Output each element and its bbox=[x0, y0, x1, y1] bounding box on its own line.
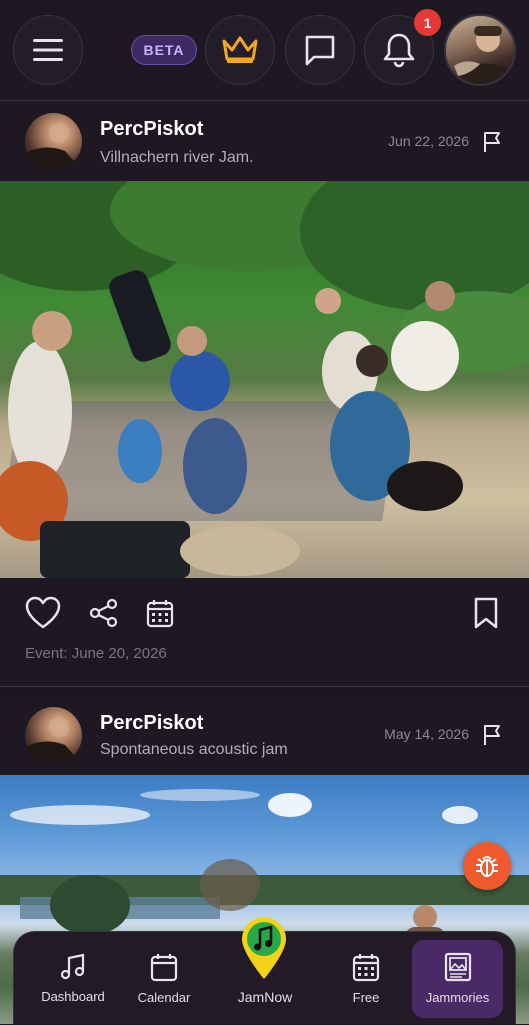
post-title: Villnachern river Jam. bbox=[100, 149, 254, 166]
post-header: PercPiskot Spontaneous acoustic jam May … bbox=[0, 695, 529, 775]
beta-badge: BETA bbox=[131, 35, 197, 65]
author-avatar[interactable] bbox=[25, 113, 82, 170]
avatar-photo bbox=[25, 717, 82, 764]
top-bar: BETA 1 bbox=[0, 0, 529, 100]
crown-icon bbox=[222, 36, 258, 63]
share-icon[interactable] bbox=[89, 598, 119, 628]
notification-count-badge: 1 bbox=[414, 9, 441, 36]
nav-label: Calendar bbox=[137, 990, 191, 1005]
calendar-icon[interactable] bbox=[146, 598, 174, 628]
author-name[interactable]: PercPiskot bbox=[100, 712, 203, 735]
bell-icon bbox=[383, 33, 415, 68]
calendar-icon bbox=[150, 954, 178, 982]
nav-label: Jammories bbox=[425, 990, 490, 1005]
author-name[interactable]: PercPiskot bbox=[100, 118, 203, 141]
flag-icon[interactable] bbox=[481, 131, 503, 153]
nav-jammories[interactable]: Jammories bbox=[412, 932, 503, 1025]
divider bbox=[0, 686, 529, 687]
author-avatar[interactable] bbox=[25, 707, 82, 764]
bookmark-icon[interactable] bbox=[473, 596, 499, 630]
heart-icon[interactable] bbox=[25, 596, 61, 630]
event-date: Event: June 20, 2026 bbox=[25, 645, 167, 662]
chat-icon bbox=[305, 35, 335, 66]
nav-free[interactable]: Free bbox=[332, 932, 400, 1025]
flag-icon[interactable] bbox=[481, 724, 503, 746]
jam-photo-illustration bbox=[0, 181, 529, 578]
user-avatar[interactable] bbox=[444, 14, 516, 86]
nav-calendar[interactable]: Calendar bbox=[126, 932, 202, 1025]
nav-label: Free bbox=[352, 990, 380, 1005]
music-note-icon bbox=[60, 953, 85, 980]
report-bug-button[interactable] bbox=[463, 842, 511, 890]
post-header: PercPiskot Villnachern river Jam. Jun 22… bbox=[0, 101, 529, 181]
messages-button[interactable] bbox=[285, 15, 355, 85]
post-title: Spontaneous acoustic jam bbox=[100, 741, 288, 758]
avatar-photo bbox=[452, 26, 511, 84]
post-date: Jun 22, 2026 bbox=[388, 133, 469, 149]
nav-label: Dashboard bbox=[41, 989, 105, 1004]
post-actions: Event: June 20, 2026 bbox=[0, 578, 529, 686]
map-pin-music-icon[interactable] bbox=[239, 917, 289, 981]
nav-dashboard[interactable]: Dashboard bbox=[36, 932, 110, 1025]
calendar-grid-icon bbox=[352, 954, 380, 982]
bug-icon bbox=[476, 856, 498, 877]
premium-button[interactable] bbox=[205, 15, 275, 85]
hamburger-icon bbox=[33, 39, 63, 61]
photo-album-icon bbox=[444, 952, 471, 982]
post-date: May 14, 2026 bbox=[384, 726, 469, 742]
post-photo[interactable] bbox=[0, 181, 529, 578]
menu-button[interactable] bbox=[13, 15, 83, 85]
nav-label: JamNow bbox=[237, 989, 293, 1005]
avatar-photo bbox=[25, 123, 82, 170]
